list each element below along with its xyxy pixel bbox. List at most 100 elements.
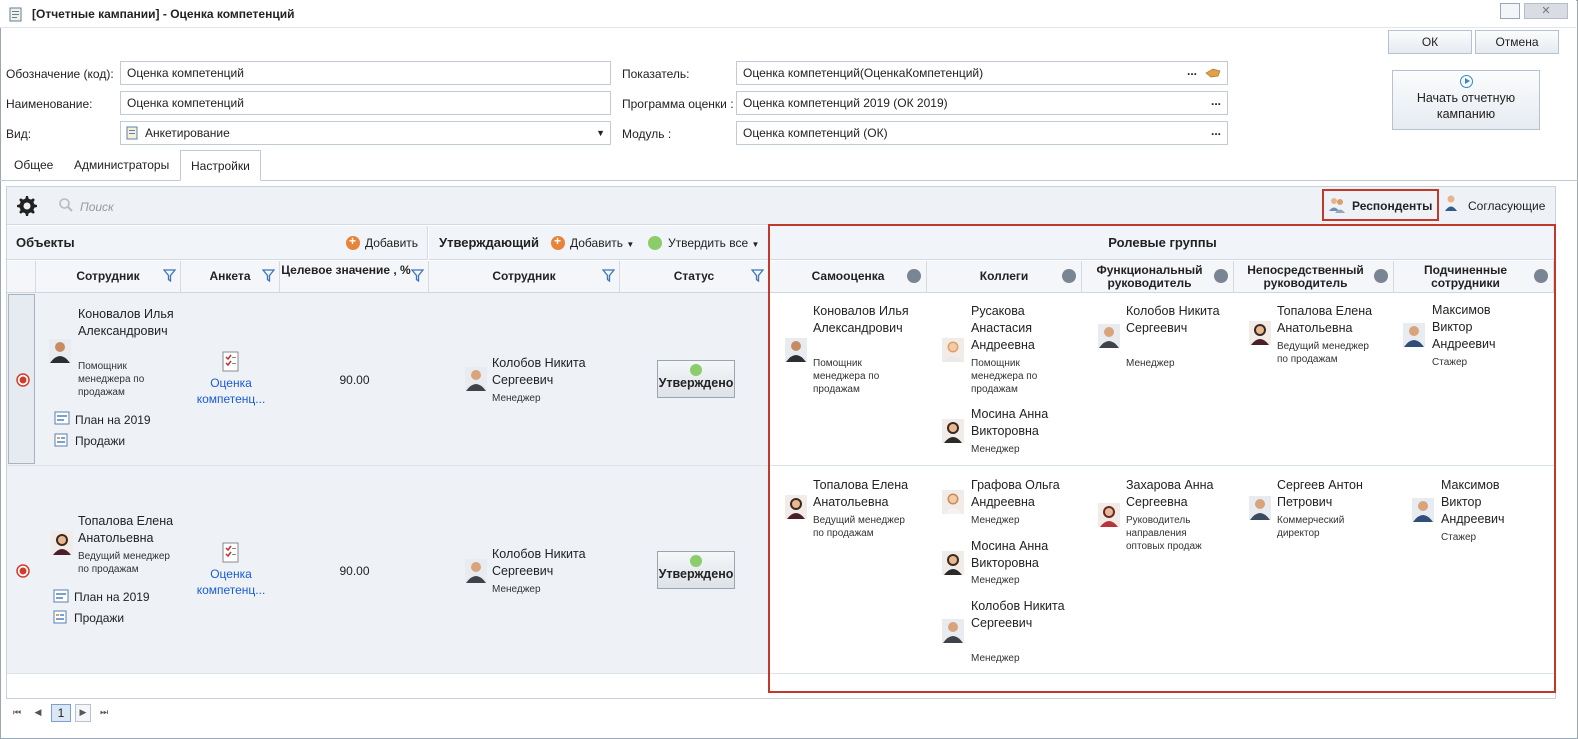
filter-icon[interactable]	[602, 269, 615, 282]
play-icon	[1459, 75, 1473, 88]
target-value: 90.00	[339, 564, 370, 578]
form-link[interactable]: Оценка компетенц...	[186, 375, 276, 407]
respondents-button[interactable]: Респонденты	[1322, 189, 1439, 221]
filter-icon[interactable]	[411, 269, 424, 282]
code-field[interactable]: Оценка компетенций	[120, 61, 611, 85]
first-page-button[interactable]: ⏮	[10, 705, 24, 721]
approvers-icon	[1445, 195, 1457, 211]
col-employee[interactable]: Сотрудник	[36, 261, 181, 293]
indicator-field[interactable]: Оценка компетенций(ОценкаКомпетенций) ..…	[736, 61, 1228, 85]
indicator-value: Оценка компетенций(ОценкаКомпетенций)	[743, 66, 984, 80]
status-button[interactable]: Утверждено	[657, 551, 735, 589]
search-icon[interactable]	[58, 197, 74, 213]
close-button[interactable]: ✕	[1524, 3, 1568, 19]
col-status-label: Статус	[673, 269, 715, 283]
subordinate-position: Стажер	[1432, 357, 1468, 368]
delete-icon[interactable]	[16, 564, 30, 578]
self-position: Ведущий менеджер по продажам	[813, 515, 905, 539]
add-circle-icon[interactable]: +	[346, 234, 360, 250]
approve-all-label: Утвердить все	[668, 236, 749, 250]
restore-button[interactable]	[1500, 3, 1520, 19]
col-approver[interactable]: Сотрудник	[429, 261, 620, 293]
kind-select[interactable]: Анкетирование ▼	[120, 121, 611, 145]
row-marker-header	[7, 261, 36, 293]
plan-link[interactable]: План на 2019	[74, 590, 150, 604]
cancel-button[interactable]: Отмена	[1475, 30, 1559, 54]
search-input[interactable]: Поиск	[80, 200, 114, 214]
chevron-down-icon: ▼	[626, 240, 635, 249]
col-target[interactable]: Целевое значение , %	[280, 261, 429, 293]
add-circle-icon[interactable]: +	[551, 234, 565, 250]
start-campaign-button[interactable]: Начать отчетную кампанию	[1392, 70, 1540, 130]
objects-title: Объекты	[16, 235, 75, 250]
functional-name: Колобов Никита Сергеевич	[1126, 304, 1220, 335]
check-icon	[690, 555, 702, 567]
filter-icon[interactable]	[751, 269, 764, 282]
respondents-icon	[1329, 198, 1345, 213]
col-approver-label: Сотрудник	[492, 269, 556, 283]
avatar	[465, 559, 487, 583]
approving-title: Утверждающий	[439, 235, 540, 250]
plan-link[interactable]: План на 2019	[75, 413, 151, 427]
functional-position: Руководитель направления оптовых продаж	[1126, 515, 1202, 552]
subordinate-name: Максимов Виктор Андреевич	[1441, 478, 1505, 526]
approver-name: Колобов Никита Сергеевич	[492, 547, 586, 578]
module-field[interactable]: Оценка компетенций (ОК) ...	[736, 121, 1228, 145]
sales-link[interactable]: Продажи	[74, 611, 124, 625]
colleague-position: Менеджер	[971, 515, 1020, 526]
self-position: Помощник менеджера по продажам	[813, 358, 880, 395]
program-value: Оценка компетенций 2019 (ОК 2019)	[743, 96, 948, 110]
avatar	[942, 419, 964, 443]
sales-icon	[53, 610, 67, 624]
ok-button[interactable]: ОК	[1388, 30, 1472, 54]
name-field[interactable]: Оценка компетенций	[120, 91, 611, 115]
gear-icon[interactable]	[15, 194, 39, 218]
avatar	[51, 531, 73, 555]
prev-page-button[interactable]: ◀	[31, 705, 45, 721]
tab-settings[interactable]: Настройки	[180, 150, 261, 181]
approve-all-button[interactable]: Утвердить все ▼	[668, 236, 759, 250]
page-number[interactable]: 1	[51, 704, 71, 722]
col-form[interactable]: Анкета	[181, 261, 280, 293]
target-value: 90.00	[339, 373, 370, 387]
survey-icon	[126, 126, 138, 140]
colleague-name: Мосина Анна Викторовна	[971, 539, 1049, 570]
employee-name: Коновалов Илья Александрович	[78, 307, 174, 338]
col-target-label: Целевое значение , %	[281, 263, 411, 277]
next-page-button[interactable]: ▶	[75, 704, 91, 722]
form-link[interactable]: Оценка компетенц...	[186, 566, 276, 598]
self-name: Коновалов Илья Александрович	[813, 304, 909, 335]
status-button[interactable]: Утверждено	[657, 360, 735, 398]
approver-name: Колобов Никита Сергеевич	[492, 356, 586, 387]
filter-icon[interactable]	[163, 269, 176, 282]
questionnaire-icon	[222, 351, 239, 372]
approver-position: Менеджер	[492, 584, 541, 595]
tab-administrators[interactable]: Администраторы	[64, 150, 179, 181]
check-icon	[690, 364, 702, 376]
approving-add-button[interactable]: Добавить ▼	[570, 236, 634, 250]
check-circle-icon[interactable]	[648, 236, 662, 250]
link-icon[interactable]	[1205, 67, 1221, 79]
program-browse-button[interactable]: ...	[1211, 90, 1221, 112]
last-page-button[interactable]: ⏭	[97, 705, 111, 721]
indicator-browse-button[interactable]: ...	[1187, 60, 1197, 82]
direct-position: Коммерческий директор	[1277, 515, 1345, 539]
avatar	[1098, 503, 1120, 527]
kind-label: Вид:	[6, 127, 32, 141]
approvers-button[interactable]: Согласующие	[1443, 194, 1548, 216]
tab-general[interactable]: Общее	[4, 150, 63, 181]
subordinate-position: Стажер	[1441, 532, 1477, 543]
module-browse-button[interactable]: ...	[1211, 120, 1221, 142]
program-field[interactable]: Оценка компетенций 2019 (ОК 2019) ...	[736, 91, 1228, 115]
avatar	[942, 619, 964, 643]
filter-icon[interactable]	[262, 269, 275, 282]
objects-add-button[interactable]: Добавить	[365, 236, 418, 250]
questionnaire-icon	[222, 542, 239, 563]
sales-link[interactable]: Продажи	[75, 434, 125, 448]
col-status[interactable]: Статус	[620, 261, 769, 293]
program-label: Программа оценки :	[622, 97, 734, 111]
colleague-position: Помощник менеджера по продажам	[971, 358, 1038, 395]
direct-name: Сергеев Антон Петрович	[1277, 478, 1363, 509]
status-label: Утверждено	[658, 567, 734, 581]
delete-icon[interactable]	[16, 373, 30, 387]
